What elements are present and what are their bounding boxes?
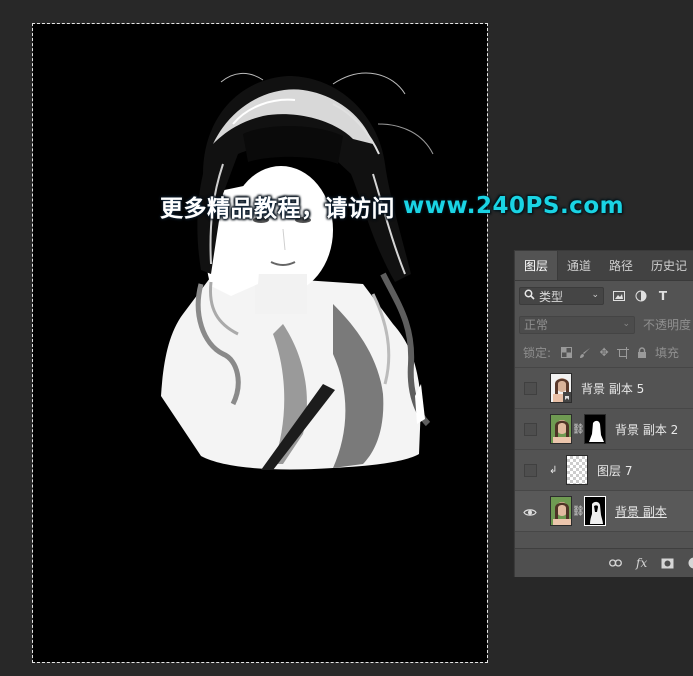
chain-link-icon[interactable]: ⛓: [572, 424, 585, 435]
panel-bottom-bar: fx: [515, 548, 693, 577]
tab-channels[interactable]: 通道: [558, 251, 600, 280]
watermark-url: www.240PS.com: [403, 193, 625, 219]
visibility-box: [523, 422, 537, 436]
tab-paths[interactable]: 路径: [600, 251, 642, 280]
move-icon[interactable]: ✥: [598, 346, 610, 359]
add-mask-icon[interactable]: [661, 558, 674, 569]
chevron-down-icon: ⌄: [591, 290, 599, 300]
lock-label: 锁定:: [523, 346, 552, 360]
layer-filter-select[interactable]: 类型 ⌄: [519, 287, 604, 305]
filter-bar: 类型 ⌄ T: [515, 281, 693, 311]
blend-mode-select[interactable]: 正常 ⌄: [519, 315, 635, 334]
visibility-toggle[interactable]: [515, 368, 545, 408]
visibility-toggle[interactable]: [515, 450, 545, 490]
panel-tabbar: 图层 通道 路径 历史记: [515, 251, 693, 281]
portrait-mask-image: [161, 72, 434, 470]
layer-thumbnail: [566, 455, 588, 485]
layer-thumbnail: [550, 414, 572, 444]
type-icon[interactable]: T: [656, 289, 670, 303]
brush-icon[interactable]: [579, 347, 591, 359]
layer-thumbnail: [550, 496, 572, 526]
tab-history[interactable]: 历史记: [642, 251, 693, 280]
fx-icon[interactable]: fx: [636, 556, 647, 570]
clipping-arrow-icon: ↲: [549, 464, 558, 476]
lock-transparent-icon[interactable]: [560, 347, 572, 359]
artboard-icon[interactable]: [617, 346, 630, 359]
layer-name[interactable]: 背景 副本: [615, 503, 667, 520]
image-icon[interactable]: [612, 289, 626, 303]
watermark: 更多精品教程，请访问 www.240PS.com: [160, 190, 624, 222]
adjustment-icon[interactable]: [634, 289, 648, 303]
layers-panel: 图层 通道 路径 历史记 类型 ⌄ T 正常 ⌄ 不透明度 锁定: ✥ 填充 背…: [514, 250, 693, 577]
search-icon: [524, 289, 535, 303]
document-canvas[interactable]: 更多精品教程，请访问 www.240PS.com: [32, 23, 624, 663]
layer-row[interactable]: 背景 副本 5: [515, 368, 693, 409]
mask-thumbnail[interactable]: [584, 496, 606, 526]
layer-row[interactable]: ↲ 图层 7: [515, 450, 693, 491]
adjustment-layer-icon[interactable]: [688, 557, 693, 569]
layer-row-selected[interactable]: ⛓ 背景 副本: [515, 491, 693, 532]
filter-select-label: 类型: [539, 289, 564, 304]
chain-link-icon[interactable]: ⛓: [572, 506, 585, 517]
layer-row[interactable]: ⛓ 背景 副本 2: [515, 409, 693, 450]
layer-name[interactable]: 背景 副本 5: [581, 380, 644, 397]
chevron-down-icon: ⌄: [622, 318, 630, 329]
blend-bar: 正常 ⌄ 不透明度: [515, 311, 693, 338]
watermark-text: 更多精品教程，请访问: [160, 196, 395, 222]
lock-bar: 锁定: ✥ 填充: [515, 338, 693, 368]
mask-thumbnail[interactable]: [584, 414, 606, 444]
tab-layers[interactable]: 图层: [515, 251, 559, 280]
layer-name[interactable]: 背景 副本 2: [615, 421, 678, 438]
visibility-toggle[interactable]: [515, 409, 545, 449]
link-layers-icon[interactable]: [609, 559, 622, 567]
blend-mode-value: 正常: [524, 318, 549, 332]
layer-thumbnail: [550, 373, 572, 403]
opacity-label: 不透明度: [643, 318, 692, 332]
fill-label: 填充: [655, 346, 680, 360]
eye-icon: [523, 502, 537, 521]
visibility-toggle[interactable]: [515, 491, 545, 531]
visibility-box: [523, 463, 537, 477]
visibility-box: [523, 381, 537, 395]
lock-icon[interactable]: [636, 347, 648, 359]
layer-name[interactable]: 图层 7: [597, 462, 632, 479]
